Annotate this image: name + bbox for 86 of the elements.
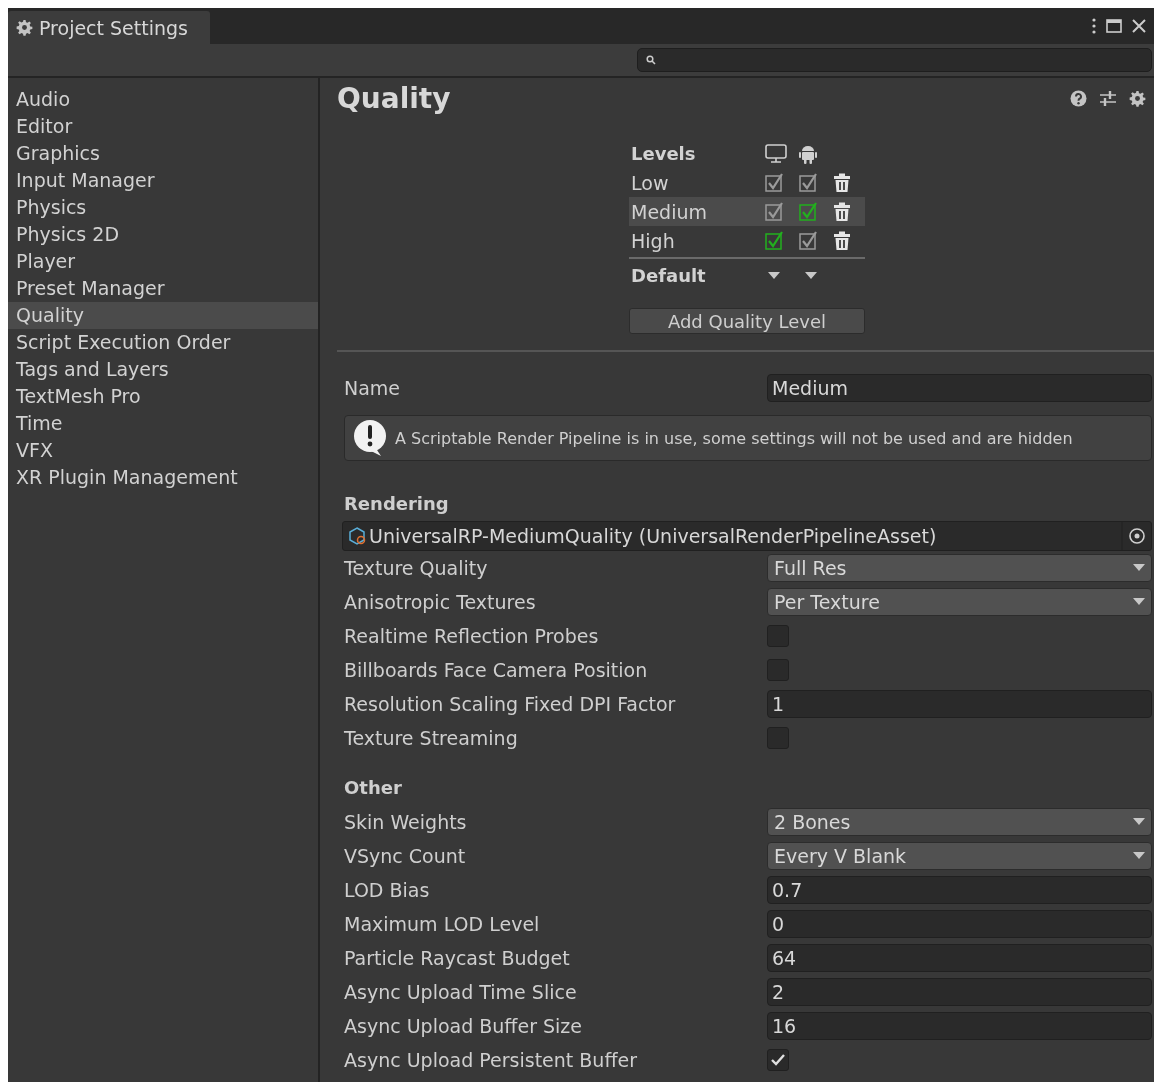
property-label: Particle Raycast Budget [344, 947, 571, 969]
search-icon [646, 55, 656, 65]
checkbox[interactable] [767, 659, 789, 681]
input-field[interactable]: 2 [767, 978, 1152, 1006]
sidebar-item[interactable]: Time [8, 410, 318, 437]
input-field[interactable]: 0 [767, 910, 1152, 938]
monitor-icon [765, 143, 787, 164]
property-label: Async Upload Persistent Buffer [344, 1049, 638, 1071]
input-field[interactable]: 64 [767, 944, 1152, 972]
trash-icon[interactable] [833, 201, 851, 222]
settings-icon[interactable] [1129, 90, 1146, 107]
dropdown-arrow-icon [1133, 598, 1145, 606]
android-icon [799, 143, 817, 164]
sidebar-item[interactable]: XR Plugin Management [8, 464, 318, 491]
sidebar-item[interactable]: Input Manager [8, 167, 318, 194]
gear-icon[interactable] [16, 19, 33, 36]
platform-checkbox[interactable] [765, 201, 785, 222]
page-title: Quality [337, 82, 451, 115]
asset-field[interactable]: UniversalRP-MediumQuality (UniversalRenderPipelineAsset) [342, 521, 1152, 551]
property-label: LOD Bias [344, 879, 431, 901]
dropdown-arrow-icon [1133, 818, 1145, 826]
window-tab[interactable]: Project Settings [8, 11, 210, 44]
dropdown-arrow-icon [768, 271, 780, 280]
sidebar-item[interactable]: Physics 2D [8, 221, 318, 248]
platform-checkbox[interactable] [799, 201, 819, 222]
dropdown[interactable]: Every V Blank [767, 842, 1152, 870]
add-quality-level-button[interactable]: Add Quality Level [629, 308, 865, 334]
dropdown-arrow-icon [1133, 564, 1145, 572]
input-field[interactable]: 0.7 [767, 876, 1152, 904]
platform-checkbox[interactable] [799, 230, 819, 251]
section-heading: Other [343, 776, 403, 800]
property-label: Skin Weights [344, 811, 468, 833]
platform-checkbox[interactable] [799, 172, 819, 193]
warning-icon [353, 419, 389, 457]
default-label: Default [631, 265, 707, 286]
property-label: Texture Streaming [344, 727, 519, 749]
property-label: Async Upload Buffer Size [344, 1015, 583, 1037]
close-icon[interactable] [1132, 19, 1146, 33]
checkmark-icon [771, 1054, 785, 1066]
more-icon[interactable] [1092, 18, 1096, 34]
sidebar-item[interactable]: Audio [8, 86, 318, 113]
sidebar-item[interactable]: Tags and Layers [8, 356, 318, 383]
checkbox[interactable] [767, 1049, 789, 1071]
sidebar-item[interactable]: Physics [8, 194, 318, 221]
search-field[interactable] [637, 48, 1152, 72]
help-icon[interactable] [1070, 90, 1087, 107]
quality-level-row[interactable]: Low [629, 168, 865, 197]
property-label: Async Upload Time Slice [344, 981, 578, 1003]
dropdown[interactable]: Full Res [767, 554, 1152, 582]
property-label: Maximum LOD Level [344, 913, 541, 935]
input-field[interactable]: 16 [767, 1012, 1152, 1040]
dropdown-arrow-icon [1133, 852, 1145, 860]
sidebar-item[interactable]: Player [8, 248, 318, 275]
sidebar-item[interactable]: TextMesh Pro [8, 383, 318, 410]
sliders-icon[interactable] [1099, 90, 1117, 107]
sidebar-item[interactable]: Graphics [8, 140, 318, 167]
dropdown-arrow-icon [805, 271, 817, 280]
dropdown[interactable]: Per Texture [767, 588, 1152, 616]
dropdown[interactable]: 2 Bones [767, 808, 1152, 836]
sidebar-item[interactable]: Preset Manager [8, 275, 318, 302]
platform-checkbox[interactable] [765, 230, 785, 251]
sidebar-item[interactable]: VFX [8, 437, 318, 464]
property-label: VSync Count [344, 845, 467, 867]
input-field[interactable]: Medium [767, 374, 1152, 402]
sidebar-item[interactable]: Quality [8, 302, 318, 329]
checkbox[interactable] [767, 727, 789, 749]
quality-level-row[interactable]: High [629, 226, 865, 255]
platform-checkbox[interactable] [765, 172, 785, 193]
levels-heading: Levels [631, 143, 697, 164]
maximize-icon[interactable] [1106, 19, 1122, 33]
notice-text: A Scriptable Render Pipeline is in use, some settings will not be used and are hidden [395, 428, 1073, 448]
input-field[interactable]: 1 [767, 690, 1152, 718]
property-label: Realtime Reflection Probes [344, 625, 600, 647]
cube-icon [347, 526, 367, 546]
property-label: Anisotropic Textures [344, 591, 537, 613]
section-heading: Rendering [343, 492, 450, 516]
property-label: Texture Quality [344, 557, 489, 579]
property-label: Resolution Scaling Fixed DPI Factor [344, 693, 677, 715]
sidebar-item[interactable]: Script Execution Order [8, 329, 318, 356]
trash-icon[interactable] [833, 172, 851, 193]
quality-level-row[interactable]: Medium [629, 197, 865, 226]
checkbox[interactable] [767, 625, 789, 647]
trash-icon[interactable] [833, 230, 851, 251]
sidebar-item[interactable]: Editor [8, 113, 318, 140]
property-label: Billboards Face Camera Position [344, 659, 649, 681]
property-label: Name [344, 377, 402, 399]
